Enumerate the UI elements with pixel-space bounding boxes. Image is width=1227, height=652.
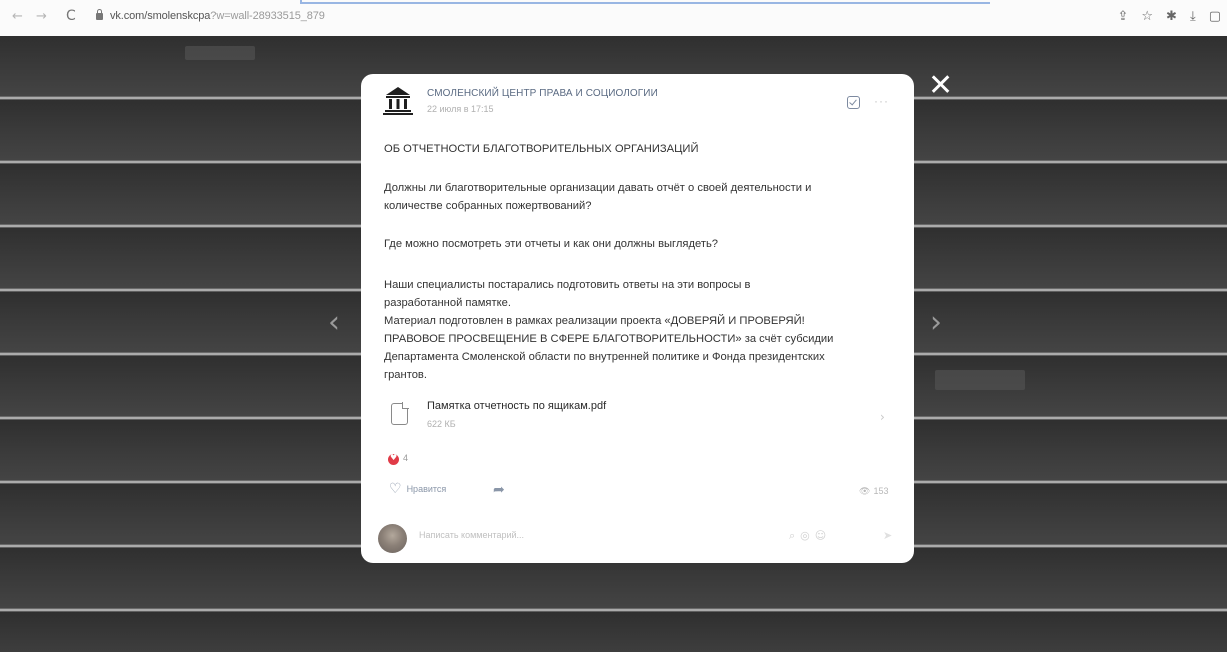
post-text-line: ПРАВОВОЕ ПРОСВЕЩЕНИЕ В СФЕРЕ БЛАГОТВОРИТ… — [384, 333, 834, 345]
page-loading-bar — [300, 0, 990, 4]
send-icon[interactable]: ➤ — [883, 529, 892, 542]
chevron-right-icon[interactable]: › — [880, 410, 885, 424]
avatar[interactable] — [378, 524, 407, 553]
post-text-line: грантов. — [384, 369, 427, 381]
like-button[interactable]: ♡ Нравится — [389, 482, 446, 496]
views-count: 153 — [873, 486, 889, 496]
reload-icon[interactable]: C — [66, 8, 76, 24]
lock-icon[interactable] — [96, 9, 103, 20]
post-text-line: Где можно посмотреть эти отчеты и как он… — [384, 238, 719, 250]
emoji-icon[interactable]: ☺ — [815, 529, 826, 543]
post-text-line: разработанной памятке. — [384, 297, 511, 309]
post-text-line: Должны ли благотворительные организации … — [384, 182, 812, 194]
download-icon[interactable]: ⤓ — [1190, 9, 1196, 24]
url-path: ?w=wall-28933515_879 — [210, 10, 325, 22]
post-text-line: Материал подготовлен в рамках реализации… — [384, 315, 805, 327]
url-host: vk.com/smolenskcpa — [110, 10, 211, 22]
bookmark-check-icon[interactable] — [847, 96, 860, 109]
like-label: Нравится — [406, 484, 447, 494]
eye-icon: 👁 — [859, 486, 871, 496]
attachment-name[interactable]: Памятка отчетность по ящикам.pdf — [427, 400, 606, 412]
close-icon[interactable]: ✕ — [928, 71, 953, 101]
post-text-line: Наши специалисты постарались подготовить… — [384, 279, 751, 291]
comment-tools: ⌕ ◎ ☺ — [789, 529, 826, 543]
attachment-size: 622 КБ — [427, 419, 456, 429]
toolbar-actions: ⇪ ☆ ✱ ⤓ ▢ — [1117, 9, 1221, 24]
sidebar-icon[interactable]: ▢ — [1209, 9, 1221, 24]
reactions-count[interactable]: 4 — [403, 453, 408, 463]
browser-toolbar: ← → C vk.com/smolenskcpa?w=wall-28933515… — [0, 0, 1227, 36]
document-icon[interactable] — [391, 402, 409, 425]
camera-icon[interactable]: ◎ — [800, 529, 810, 543]
next-post-icon[interactable]: › — [930, 305, 942, 340]
background-element — [935, 370, 1025, 390]
views-counter: 👁 153 — [859, 486, 888, 497]
previous-post-icon[interactable]: ‹ — [328, 305, 340, 340]
comment-input[interactable]: Написать комментарий... — [419, 530, 524, 540]
more-options-icon[interactable]: ··· — [874, 94, 889, 108]
heart-reaction-icon[interactable] — [388, 453, 399, 465]
post-date[interactable]: 22 июля в 17:15 — [427, 104, 494, 114]
attach-icon[interactable]: ⌕ — [789, 529, 795, 543]
bookmark-star-icon[interactable]: ☆ — [1141, 9, 1153, 24]
background-element — [185, 46, 255, 60]
post-author[interactable]: СМОЛЕНСКИЙ ЦЕНТР ПРАВА И СОЦИОЛОГИИ — [427, 88, 658, 99]
post-text-line: Департамента Смоленской области по внутр… — [384, 351, 825, 363]
share-page-icon[interactable]: ⇪ — [1117, 9, 1128, 24]
forward-icon[interactable]: → — [36, 9, 47, 24]
community-logo-icon[interactable] — [383, 86, 413, 116]
post-text-line: количестве собранных пожертвований? — [384, 200, 592, 212]
back-icon[interactable]: ← — [12, 9, 23, 24]
post-title: ОБ ОТЧЕТНОСТИ БЛАГОТВОРИТЕЛЬНЫХ ОРГАНИЗА… — [384, 143, 699, 155]
extensions-icon[interactable]: ✱ — [1166, 9, 1177, 24]
address-bar[interactable]: vk.com/smolenskcpa?w=wall-28933515_879 — [110, 10, 325, 22]
post-card: СМОЛЕНСКИЙ ЦЕНТР ПРАВА И СОЦИОЛОГИИ 22 и… — [361, 74, 914, 563]
share-icon[interactable]: ➦ — [493, 482, 505, 498]
heart-outline-icon: ♡ — [389, 481, 402, 497]
